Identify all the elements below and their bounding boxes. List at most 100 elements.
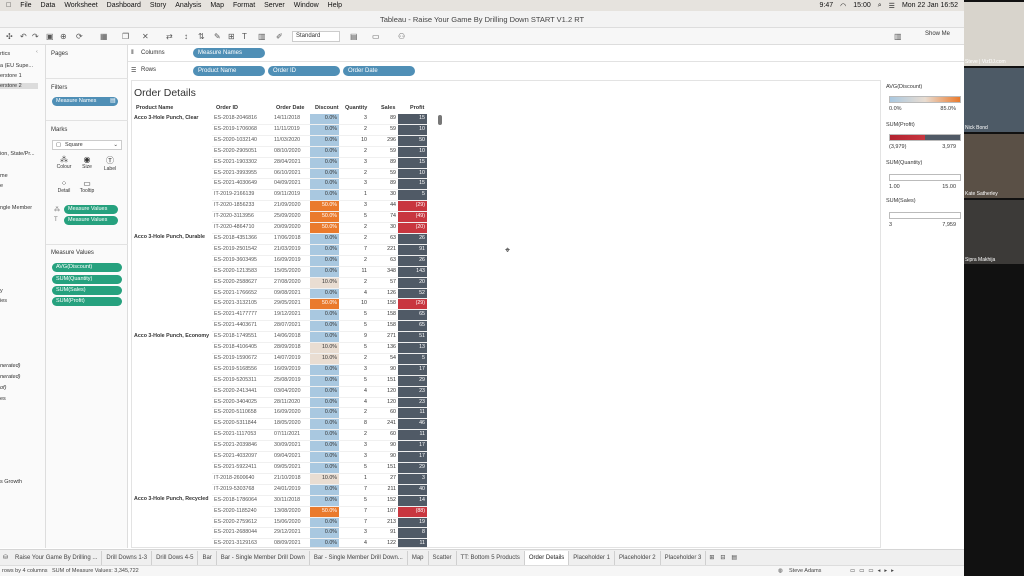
order-id-cell[interactable]: ES-2019-2501542 (212, 244, 272, 256)
quantity-cell[interactable]: 8 (339, 418, 369, 431)
sheet-tab[interactable]: Raise Your Game By Drilling ... (11, 550, 103, 565)
quantity-cell[interactable]: 2 (339, 222, 369, 234)
quantity-cell[interactable]: 2 (339, 233, 369, 245)
show-labels-icon[interactable]: ▤ (350, 31, 358, 42)
product-name-cell[interactable]: Acco 3-Hole Punch, Recycled (132, 495, 212, 547)
field-item[interactable]: e (0, 183, 3, 189)
quantity-cell[interactable]: 5 (339, 462, 369, 474)
quantity-cell[interactable]: 3 (339, 157, 369, 169)
new-worksheet-icon[interactable]: ▦ (100, 31, 108, 42)
discount-cell[interactable]: 10.0% (310, 277, 339, 289)
order-date-cell[interactable]: 28/09/2018 (272, 342, 310, 354)
swap-icon[interactable]: ⇄ (166, 31, 173, 42)
sales-cell[interactable]: 213 (369, 517, 398, 529)
participant-tile[interactable]: Steve | VizDJ.com (964, 2, 1024, 66)
order-date-cell[interactable]: 03/04/2020 (272, 386, 310, 398)
field-item[interactable]: y (0, 288, 3, 294)
order-id-cell[interactable]: ES-2021-2688044 (212, 527, 272, 540)
quantity-cell[interactable]: 11 (339, 266, 369, 278)
measure-pill[interactable]: SUM(Quantity) (52, 275, 122, 284)
measure-pill[interactable]: AVG(Discount) (52, 263, 122, 272)
measure-pill[interactable]: SUM(Profit) (52, 297, 122, 306)
order-date-cell[interactable]: 28/11/2020 (272, 397, 310, 409)
header-product-name[interactable]: Product Name (136, 105, 173, 111)
quantity-cell[interactable]: 1 (339, 189, 369, 202)
field-item[interactable]: ngle Member (0, 205, 32, 211)
mark-type-select[interactable]: ▢ Square ⌄ (52, 140, 122, 150)
profit-cell[interactable]: 10 (398, 124, 427, 136)
present-icon[interactable]: ▭ (372, 31, 380, 42)
order-id-cell[interactable]: ES-2020-2905051 (212, 146, 272, 158)
order-id-cell[interactable]: ES-2018-1749551 (212, 331, 272, 344)
sales-cell[interactable]: 74 (369, 211, 398, 224)
discount-cell[interactable]: 0.0% (310, 527, 339, 540)
battery-time[interactable]: 9:47 (819, 2, 833, 9)
order-date-cell[interactable]: 16/09/2019 (272, 364, 310, 376)
order-id-cell[interactable]: ES-2019-1590672 (212, 353, 272, 365)
fix-axes-icon[interactable]: ▥ (258, 31, 266, 42)
wifi-icon[interactable]: ◠ (840, 2, 846, 10)
discount-cell[interactable]: 0.0% (310, 407, 339, 420)
menu-map[interactable]: Map (210, 2, 224, 9)
measure-pill[interactable]: SUM(Sales) (52, 286, 122, 295)
order-date-cell[interactable]: 25/08/2019 (272, 375, 310, 387)
discount-cell[interactable]: 50.0% (310, 506, 339, 518)
discount-cell[interactable]: 10.0% (310, 342, 339, 354)
sales-cell[interactable]: 57 (369, 277, 398, 289)
product-name-cell[interactable]: Acco 3-Hole Punch, Clear (132, 114, 212, 233)
discount-cell[interactable]: 0.0% (310, 375, 339, 387)
quantity-cell[interactable]: 2 (339, 124, 369, 136)
menu-file[interactable]: File (20, 2, 31, 9)
header-discount[interactable]: Discount (315, 105, 339, 111)
sheet-tab[interactable]: TT: Bottom 5 Products (457, 550, 525, 565)
sales-cell[interactable]: 158 (369, 298, 398, 311)
quantity-cell[interactable]: 2 (339, 255, 369, 267)
clock-time[interactable]: 15:00 (853, 2, 871, 9)
profit-cell[interactable]: 15 (398, 178, 427, 191)
discount-cell[interactable]: 0.0% (310, 451, 339, 463)
legend-sales[interactable]: SUM(Sales) 3 7,959 (886, 198, 962, 228)
profit-cell[interactable]: 14 (398, 495, 427, 507)
sales-cell[interactable]: 151 (369, 375, 398, 387)
collapse-chevron-icon[interactable]: ‹ (36, 49, 38, 55)
order-date-cell[interactable]: 24/01/2019 (272, 484, 310, 496)
status-user[interactable]: Steve Adams (789, 566, 821, 576)
filter-pill[interactable]: Measure Names (52, 97, 118, 106)
discount-cell[interactable]: 50.0% (310, 222, 339, 234)
quantity-cell[interactable]: 2 (339, 353, 369, 365)
field-item[interactable]: s Growth (0, 479, 22, 485)
apple-icon[interactable]:  (6, 2, 11, 9)
order-id-cell[interactable]: ES-2018-1786064 (212, 495, 272, 507)
participant-tile[interactable]: Kate Satherley (964, 134, 1024, 198)
quantity-cell[interactable]: 7 (339, 517, 369, 529)
sales-cell[interactable]: 89 (369, 114, 398, 125)
quantity-cell[interactable]: 5 (339, 342, 369, 354)
quantity-cell[interactable]: 10 (339, 298, 369, 311)
new-sheet-icon[interactable]: ⊞ (706, 554, 717, 561)
sales-cell[interactable]: 221 (369, 244, 398, 256)
sales-cell[interactable]: 211 (369, 484, 398, 496)
sales-cell[interactable]: 158 (369, 309, 398, 322)
discount-cell[interactable]: 0.0% (310, 244, 339, 256)
quantity-cell[interactable]: 2 (339, 168, 369, 180)
order-date-cell[interactable]: 25/09/2020 (272, 211, 310, 224)
menu-server[interactable]: Server (264, 2, 285, 9)
sales-cell[interactable]: 271 (369, 331, 398, 344)
sales-cell[interactable]: 152 (369, 495, 398, 507)
sales-cell[interactable]: 241 (369, 418, 398, 431)
order-id-cell[interactable]: IT-2019-5303768 (212, 484, 272, 496)
quantity-cell[interactable]: 3 (339, 178, 369, 191)
menu-story[interactable]: Story (150, 2, 166, 9)
order-id-cell[interactable]: ES-2021-1117053 (212, 429, 272, 442)
sales-cell[interactable]: 30 (369, 189, 398, 202)
legend-quantity[interactable]: SUM(Quantity) 1.00 15.00 (886, 160, 962, 190)
discount-cell[interactable]: 0.0% (310, 364, 339, 376)
label-icon[interactable]: T (242, 31, 247, 42)
profit-cell[interactable]: 17 (398, 451, 427, 463)
label-button[interactable]: Ⓣ Label (100, 155, 120, 172)
order-date-cell[interactable]: 09/08/2021 (272, 288, 310, 300)
profit-cell[interactable]: 51 (398, 331, 427, 344)
sales-cell[interactable]: 158 (369, 320, 398, 333)
order-id-cell[interactable]: ES-2021-4032097 (212, 451, 272, 463)
sheet-tab[interactable]: Bar - Single Member Drill Down... (310, 550, 408, 565)
